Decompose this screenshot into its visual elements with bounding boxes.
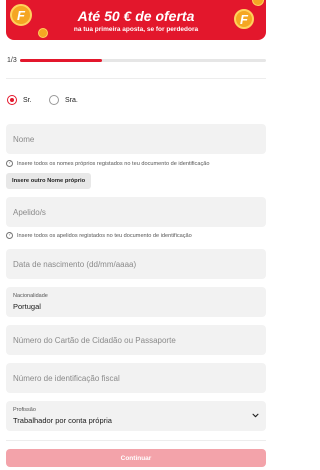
divider — [6, 78, 266, 79]
progress-bar — [20, 59, 266, 62]
first-name-field[interactable]: Nome — [6, 124, 266, 154]
divider — [6, 440, 266, 441]
id-number-placeholder: Número do Cartão de Cidadão ou Passaport… — [13, 336, 176, 345]
coin-icon — [252, 0, 264, 6]
birth-date-field[interactable]: Data de nascimento (dd/mm/aaaa) — [6, 249, 266, 279]
last-name-field[interactable]: Apelido/s — [6, 197, 266, 227]
banner-subtitle: na tua primeira aposta, se for perdedora — [73, 26, 199, 33]
radio-sra[interactable]: Sra. — [49, 95, 78, 105]
last-name-hint-text: Insere todos os apelidos registados no t… — [17, 232, 192, 239]
birth-date-placeholder: Data de nascimento (dd/mm/aaaa) — [13, 260, 137, 269]
chevron-down-icon — [252, 413, 259, 418]
first-name-hint: ? Insere todos os nomes próprios regista… — [6, 160, 209, 167]
add-first-name-button[interactable]: Insere outro Nome próprio — [6, 173, 92, 189]
progress-bar-fill — [20, 59, 102, 62]
first-name-hint-text: Insere todos os nomes próprios registado… — [17, 160, 210, 167]
tax-id-placeholder: Número de identificação fiscal — [13, 374, 120, 383]
tax-id-field[interactable]: Número de identificação fiscal — [6, 363, 266, 393]
radio-circle[interactable] — [49, 95, 59, 105]
first-name-placeholder: Nome — [13, 135, 35, 144]
profession-select[interactable]: Profissão Trabalhador por conta própria — [6, 401, 266, 431]
banner-title: Até 50 € de oferta — [77, 8, 195, 24]
promo-banner[interactable]: F F Até 50 € de oferta na tua primeira a… — [6, 0, 266, 40]
info-icon: ? — [6, 232, 13, 239]
nationality-value: Portugal — [13, 302, 41, 311]
radio-circle[interactable] — [7, 95, 17, 105]
profession-label: Profissão — [13, 407, 36, 413]
progress-step-label: 1/3 — [7, 57, 17, 64]
id-number-field[interactable]: Número do Cartão de Cidadão ou Passaport… — [6, 325, 266, 355]
continue-button[interactable]: Continuar — [6, 449, 266, 467]
profession-value: Trabalhador por conta própria — [13, 416, 112, 425]
nationality-field[interactable]: Nacionalidade Portugal — [6, 287, 266, 317]
last-name-hint: ? Insere todos os apelidos registados no… — [6, 232, 192, 239]
info-icon: ? — [6, 160, 13, 167]
last-name-placeholder: Apelido/s — [13, 208, 46, 217]
radio-sr[interactable]: Sr. — [7, 95, 32, 105]
nationality-label: Nacionalidade — [13, 293, 48, 299]
radio-sr-label: Sr. — [23, 96, 32, 104]
radio-sra-label: Sra. — [65, 96, 78, 104]
